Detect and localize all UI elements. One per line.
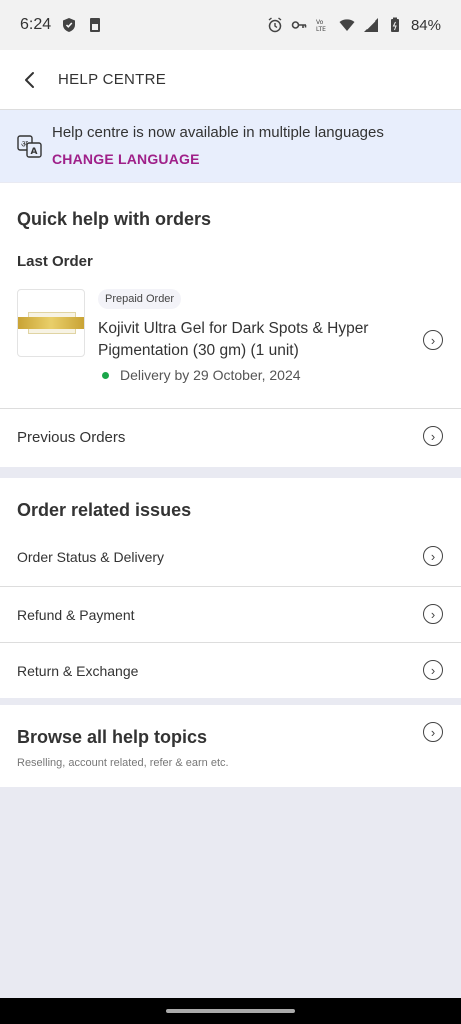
svg-text:LTE: LTE: [316, 26, 326, 33]
issue-row-order-status[interactable]: Order Status & Delivery ›: [0, 529, 461, 586]
language-banner: अ A Help centre is now available in mult…: [0, 110, 461, 182]
delivery-text: Delivery by 29 October, 2024: [120, 367, 301, 383]
battery-icon: [390, 17, 399, 32]
prepaid-badge: Prepaid Order: [98, 289, 182, 309]
signal-icon: [363, 18, 378, 32]
chevron-right-icon[interactable]: ›: [423, 660, 443, 680]
product-thumbnail: [17, 289, 85, 357]
delivery-status: Delivery by 29 October, 2024: [102, 367, 301, 383]
previous-orders-row[interactable]: Previous Orders ›: [0, 408, 461, 465]
svg-text:A: A: [31, 147, 38, 157]
chevron-right-icon[interactable]: ›: [423, 604, 443, 624]
product-name: Kojivit Ultra Gel for Dark Spots & Hyper…: [98, 320, 369, 359]
system-nav-bar: [0, 998, 461, 1024]
alarm-icon: [268, 17, 282, 33]
last-order-label: Last Order: [17, 253, 93, 270]
issue-label: Order Status & Delivery: [17, 549, 165, 565]
chevron-right-icon[interactable]: ›: [423, 722, 443, 742]
change-language-button[interactable]: CHANGE LANGUAGE: [52, 151, 384, 167]
issue-label: Refund & Payment: [17, 607, 135, 623]
back-arrow-icon[interactable]: [20, 70, 40, 90]
browse-subtitle: Reselling, account related, refer & earn…: [17, 757, 229, 769]
status-bar: 6:24 Vo LTE 84%: [0, 0, 461, 50]
quick-help-section: Quick help with orders Last Order Prepai…: [0, 183, 461, 467]
wifi-icon: [339, 19, 355, 31]
home-gesture-handle[interactable]: [166, 1009, 295, 1013]
order-issues-heading: Order related issues: [17, 500, 192, 520]
translate-icon: अ A: [17, 135, 42, 158]
shield-icon: [63, 18, 76, 32]
svg-text:Vo: Vo: [316, 19, 324, 26]
page-title: HELP CENTRE: [58, 71, 167, 88]
battery-percent: 84%: [410, 16, 441, 34]
sim-icon: [90, 18, 101, 32]
previous-orders-label: Previous Orders: [17, 429, 126, 446]
browse-heading: Browse all help topics: [17, 727, 208, 747]
status-time: 6:24: [20, 16, 52, 33]
app-bar: HELP CENTRE: [0, 50, 461, 110]
volte-icon: VoLTE: [316, 19, 326, 33]
order-issues-section: Order related issues Order Status & Deli…: [0, 478, 461, 698]
issue-row-refund[interactable]: Refund & Payment ›: [0, 586, 461, 643]
language-message: Help centre is now available in multiple…: [52, 124, 384, 141]
issue-row-return[interactable]: Return & Exchange ›: [0, 642, 461, 699]
quick-help-heading: Quick help with orders: [17, 209, 212, 229]
key-icon: [291, 21, 307, 29]
chevron-right-icon[interactable]: ›: [423, 546, 443, 566]
browse-help-topics[interactable]: Browse all help topics Reselling, accoun…: [0, 705, 461, 787]
delivery-dot-icon: [102, 371, 109, 379]
issue-label: Return & Exchange: [17, 663, 139, 679]
chevron-right-icon[interactable]: ›: [423, 330, 443, 350]
chevron-right-icon[interactable]: ›: [423, 426, 443, 446]
